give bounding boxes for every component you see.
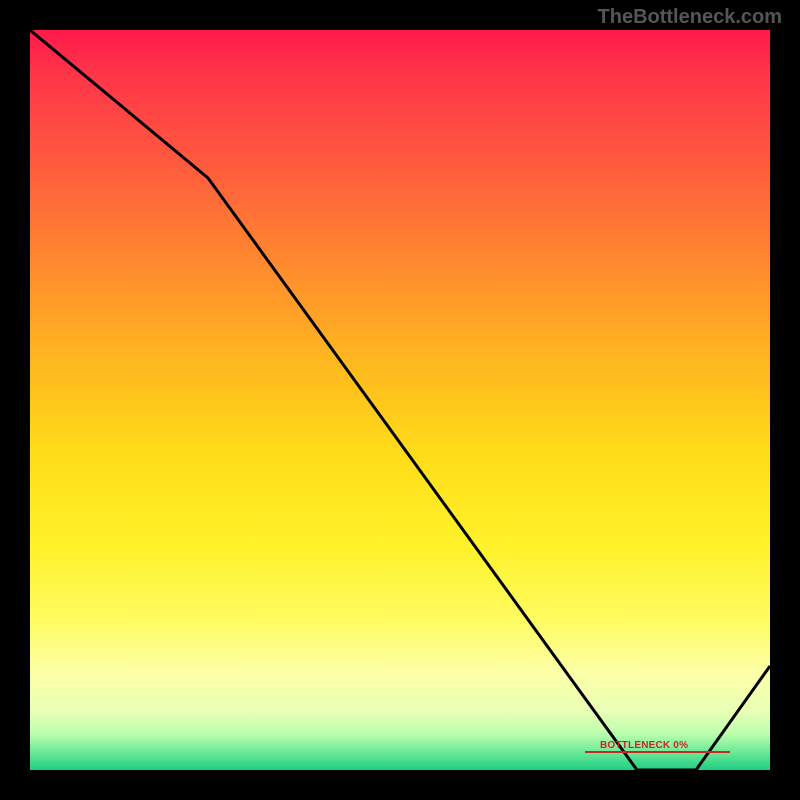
chart-line-layer (30, 30, 770, 770)
data-curve (30, 30, 770, 770)
watermark-text: TheBottleneck.com (598, 6, 782, 29)
chart-plot-area: BOTTLENECK 0% (30, 30, 770, 770)
bottleneck-label: BOTTLENECK 0% (600, 740, 688, 751)
